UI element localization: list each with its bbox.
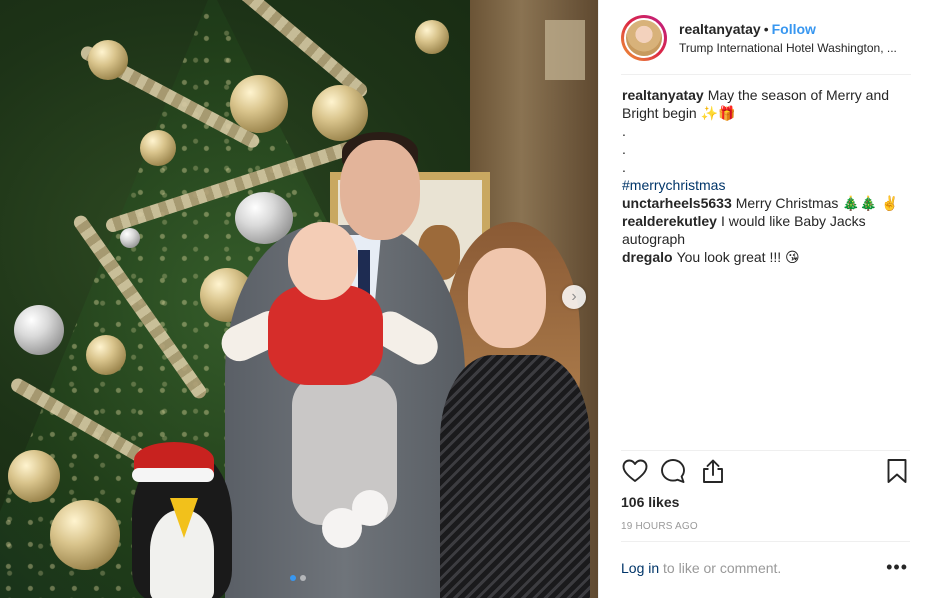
footer-divider <box>621 541 910 542</box>
carousel-indicator <box>290 575 306 581</box>
post-header: realtanyatay • Follow Trump International … <box>599 0 932 75</box>
next-image-button[interactable]: › <box>562 285 586 309</box>
login-prompt-text: to like or comment. <box>659 560 782 576</box>
comment-icon <box>661 459 685 483</box>
silver-ornament <box>120 228 140 248</box>
share-icon <box>703 459 723 483</box>
comment-item: unctarheels5633 Merry Christmas 🎄🎄 ✌️ <box>622 194 910 212</box>
penguin-plush <box>132 442 232 598</box>
baby-face <box>288 222 358 300</box>
background-doorway <box>545 20 585 80</box>
gold-ornament <box>88 40 128 80</box>
gold-ornament <box>140 130 176 166</box>
carousel-dot <box>300 575 306 581</box>
gold-ornament <box>415 20 449 54</box>
baby-shirt <box>268 285 383 385</box>
post-sidebar: realtanyatay • Follow Trump International … <box>598 0 932 598</box>
comment-button[interactable] <box>659 457 687 485</box>
woman-face <box>468 248 546 348</box>
comment-text: You look great !!! 😘 <box>676 249 800 265</box>
like-button[interactable] <box>621 457 649 485</box>
woman-dress <box>440 355 590 598</box>
penguin-beak <box>170 498 198 538</box>
username-link[interactable]: realtanyatay <box>679 21 761 37</box>
avatar-story-ring[interactable] <box>621 14 667 61</box>
baby-sock <box>352 490 388 526</box>
santa-hat-band <box>132 468 214 482</box>
comment-username[interactable]: realderekutley <box>622 213 717 229</box>
gold-ornament <box>230 75 288 133</box>
comment-item: realderekutley I would like Baby Jacks au… <box>622 212 910 248</box>
carousel-dot-active <box>290 575 296 581</box>
chevron-right-icon: › <box>571 288 577 305</box>
gold-ornament <box>50 500 120 570</box>
comment-username[interactable]: dregalo <box>622 249 673 265</box>
comments-list[interactable]: realtanyatay May the season of Merry and … <box>622 86 910 276</box>
caption-dot: . <box>622 159 626 175</box>
caption-dot: . <box>622 123 626 139</box>
follow-button[interactable]: Follow <box>772 21 816 37</box>
actions-divider <box>621 450 910 451</box>
caption: realtanyatay May the season of Merry and … <box>622 86 910 194</box>
share-button[interactable] <box>699 457 727 485</box>
header-text: realtanyatay • Follow Trump International … <box>679 20 909 56</box>
avatar[interactable] <box>624 17 664 58</box>
separator-dot: • <box>763 20 769 37</box>
gold-ornament <box>86 335 126 375</box>
likes-count[interactable]: 106 likes <box>621 494 679 510</box>
comment-text: Merry Christmas 🎄🎄 ✌️ <box>735 195 899 211</box>
comment-item: dregalo You look great !!! 😘 <box>622 248 910 266</box>
header-row: realtanyatay • Follow <box>679 20 909 38</box>
header-divider <box>621 74 911 75</box>
gold-ornament <box>8 450 60 502</box>
caption-username[interactable]: realtanyatay <box>622 87 704 103</box>
post-timestamp[interactable]: 19 HOURS AGO <box>621 521 698 532</box>
man-face <box>340 140 420 240</box>
action-bar <box>621 457 911 489</box>
location-link[interactable]: Trump International Hotel Washington, ..… <box>679 40 909 56</box>
silver-ornament <box>14 305 64 355</box>
heart-icon <box>622 459 648 482</box>
gold-ornament <box>312 85 368 141</box>
bookmark-icon <box>887 459 907 483</box>
more-options-button[interactable]: ••• <box>886 558 908 576</box>
login-prompt: Log in to like or comment. <box>621 560 781 576</box>
post-photo[interactable]: › <box>0 0 598 598</box>
hashtag-link[interactable]: #merrychristmas <box>622 176 910 194</box>
comment-username[interactable]: unctarheels5633 <box>622 195 732 211</box>
caption-dot: . <box>622 141 626 157</box>
save-button[interactable] <box>883 457 911 485</box>
login-link[interactable]: Log in <box>621 560 659 576</box>
